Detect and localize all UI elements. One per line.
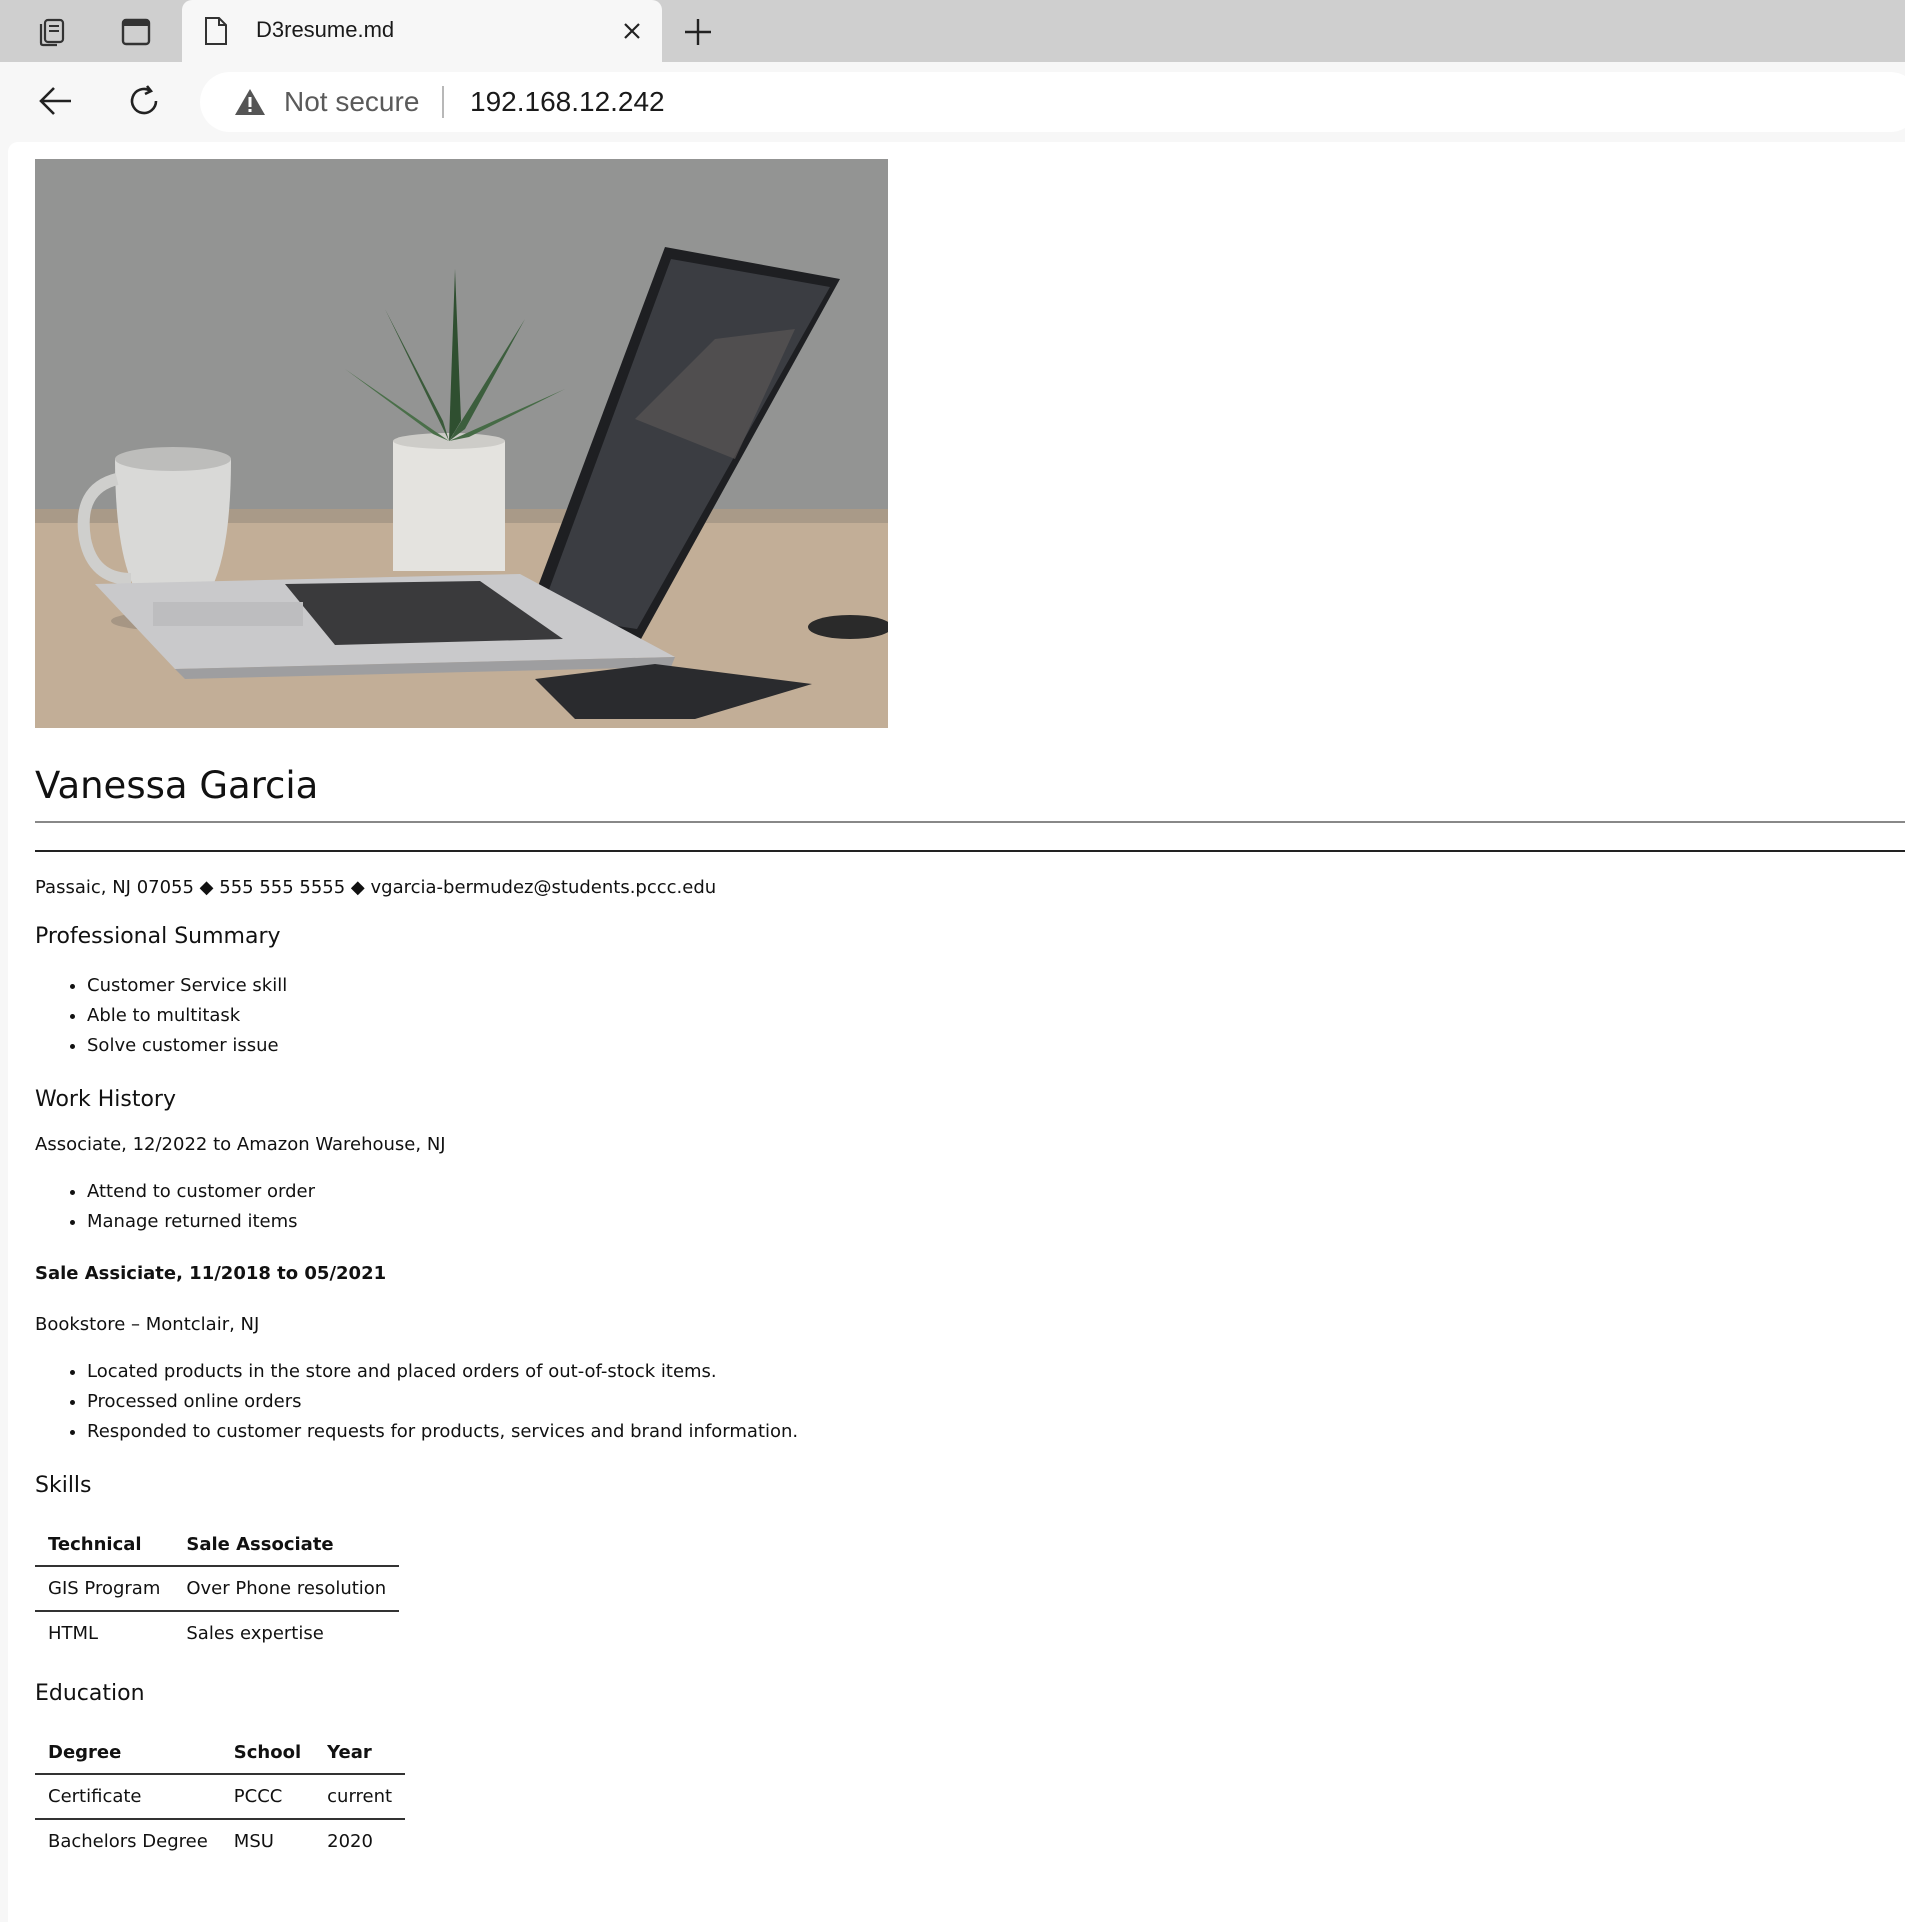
education-heading: Education <box>35 1681 145 1706</box>
laptop-desk-photo <box>35 159 888 728</box>
tab-title: D3resume.md <box>256 17 395 42</box>
table-cell: PCCC <box>220 1774 315 1820</box>
new-tab-button[interactable] <box>674 10 722 54</box>
page-viewport: Vanessa Garcia Passaic, NJ 07055 ◆ 555 5… <box>8 142 1905 1922</box>
collections-button[interactable] <box>26 10 78 54</box>
table-cell: Certificate <box>35 1774 221 1820</box>
table-cell: current <box>314 1774 406 1820</box>
url-text[interactable]: 192.168.12.242 <box>470 86 665 118</box>
table-cell: HTML <box>48 1623 99 1644</box>
list-item: Solve customer issue <box>87 1031 1905 1061</box>
list-item: Manage returned items <box>87 1207 1905 1237</box>
list-item: Located products in the store and placed… <box>87 1357 1905 1387</box>
table-header-row: Technical Sale Associate <box>35 1524 400 1567</box>
tab-strip: D3resume.md <box>0 0 1905 62</box>
list-item: Processed online orders <box>87 1387 1905 1417</box>
horizontal-rule <box>35 850 1905 852</box>
skills-table: Technical Sale Associate GIS Program Ove… <box>35 1524 400 1655</box>
browser-toolbar: Not secure 192.168.12.242 <box>0 62 1905 142</box>
work-heading: Work History <box>35 1087 176 1112</box>
list-item: Responded to customer requests for produ… <box>87 1417 1905 1447</box>
security-label[interactable]: Not secure <box>284 86 419 118</box>
close-icon <box>624 23 640 39</box>
list-item: Able to multitask <box>87 1001 1905 1031</box>
resume-document: Vanessa Garcia Passaic, NJ 07055 ◆ 555 5… <box>35 159 1905 1863</box>
summary-heading: Professional Summary <box>35 924 281 949</box>
tab-actions-icon <box>121 18 151 46</box>
plus-icon <box>685 19 711 45</box>
table-cell: GIS Program <box>35 1566 174 1612</box>
close-tab-button[interactable] <box>620 19 644 43</box>
job-2-place: Bookstore – Montclair, NJ <box>35 1314 260 1335</box>
address-bar[interactable]: Not secure 192.168.12.242 <box>200 72 1905 132</box>
skills-heading: Skills <box>35 1473 92 1498</box>
table-row: GIS Program Over Phone resolution <box>35 1566 400 1612</box>
table-cell: Bachelors Degree <box>48 1831 208 1852</box>
summary-list: Customer Service skill Able to multitask… <box>35 971 1905 1061</box>
address-divider <box>442 86 444 118</box>
refresh-icon <box>130 85 158 115</box>
job-1-line: Associate, 12/2022 to Amazon Warehouse, … <box>35 1134 446 1155</box>
table-header-cell: Sale Associate <box>173 1524 400 1567</box>
hero-image <box>35 159 888 728</box>
collections-icon <box>39 18 65 47</box>
job-2-title: Sale Assiciate, 11/2018 to 05/2021 <box>35 1263 387 1284</box>
table-cell: Over Phone resolution <box>173 1566 400 1612</box>
table-header-cell: School <box>220 1732 315 1775</box>
table-header-cell: Degree <box>35 1732 221 1775</box>
table-header-cell: Year <box>314 1732 406 1775</box>
contact-line: Passaic, NJ 07055 ◆ 555 555 5555 ◆ vgarc… <box>35 877 717 898</box>
table-row: Bachelors Degree MSU 2020 <box>35 1819 405 1863</box>
table-cell: MSU <box>233 1831 274 1852</box>
back-arrow-icon <box>39 87 71 115</box>
table-row: Certificate PCCC current <box>35 1774 406 1820</box>
table-header-row: Degree School Year <box>35 1732 406 1775</box>
table-cell: Sales expertise <box>186 1623 324 1644</box>
job-2-list: Located products in the store and placed… <box>35 1357 1905 1447</box>
resume-name: Vanessa Garcia <box>35 764 1905 823</box>
tab-actions-button[interactable] <box>110 10 162 54</box>
table-header-cell: Technical <box>35 1524 174 1567</box>
list-item: Customer Service skill <box>87 971 1905 1001</box>
back-button[interactable] <box>30 76 82 126</box>
table-row: HTML Sales expertise <box>35 1611 399 1655</box>
tab-active[interactable]: D3resume.md <box>182 0 662 62</box>
education-table: Degree School Year Certificate PCCC curr… <box>35 1732 406 1863</box>
warning-icon <box>234 87 266 121</box>
list-item: Attend to customer order <box>87 1177 1905 1207</box>
job-1-list: Attend to customer order Manage returned… <box>35 1177 1905 1237</box>
table-cell: 2020 <box>327 1831 373 1852</box>
page-icon <box>204 16 228 50</box>
refresh-button[interactable] <box>118 76 170 126</box>
